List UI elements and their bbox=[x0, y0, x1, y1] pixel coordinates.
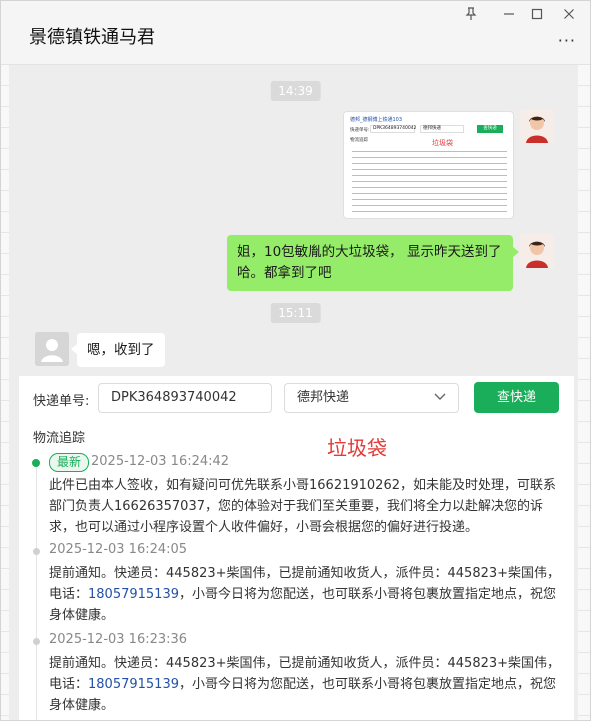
phone-link[interactable]: 18057915139 bbox=[88, 587, 179, 602]
chat-window: 景德镇铁通马君 ··· 14:39 德邦_德钢博上铁通103 快递单号: DPK… bbox=[0, 0, 591, 721]
latest-badge: 最新 bbox=[49, 453, 90, 472]
thumbnail-tracking-label: 快递单号: bbox=[350, 128, 370, 133]
timeline-dot-latest bbox=[32, 459, 40, 467]
contact-avatar[interactable] bbox=[35, 332, 69, 366]
thumbnail-title: 德邦_德钢博上铁通103 bbox=[350, 117, 403, 123]
phone-link[interactable]: 18057915139 bbox=[88, 677, 179, 692]
my-avatar[interactable] bbox=[520, 109, 554, 143]
more-options-icon[interactable]: ··· bbox=[558, 31, 576, 50]
courier-select-value: 德邦快递 bbox=[297, 390, 350, 405]
entry-time: 2025-12-03 16:24:42 bbox=[91, 454, 230, 469]
tracking-screenshot-panel: 快递单号: DPK364893740042 德邦快递 查快递 物流追踪 垃圾袋 … bbox=[19, 376, 574, 720]
contact-message-bubble[interactable]: 嗯，收到了 bbox=[71, 333, 165, 367]
tracking-number-label: 快递单号: bbox=[33, 394, 90, 409]
logistics-section-title: 物流追踪 bbox=[33, 431, 86, 446]
title-bar: 景德镇铁通马君 ··· bbox=[1, 1, 590, 65]
thumbnail-courier: 德邦快递 bbox=[420, 125, 464, 133]
entry-text: 此件已由本人签收，如有疑问可优先联系小哥16621910262，如未能及时处理，… bbox=[49, 478, 556, 535]
background-sheet-grid-left bbox=[1, 65, 9, 720]
tracking-number-field[interactable]: DPK364893740042 bbox=[98, 383, 272, 413]
query-button[interactable]: 查快递 bbox=[474, 382, 559, 413]
entry-text: 提前通知。快递员：445823+柴国伟，已提前通知收货人，派件员：445823+… bbox=[49, 653, 561, 716]
minimize-icon[interactable] bbox=[498, 7, 520, 27]
background-sheet-grid bbox=[578, 65, 590, 720]
thumbnail-stamp: 垃圾袋 bbox=[432, 139, 453, 147]
my-message-bubble[interactable]: 姐，10包敏胤的大垃圾袋， 显示昨天送到了哈。都拿到了吧 bbox=[227, 235, 519, 291]
annotation-stamp: 垃圾袋 bbox=[327, 436, 387, 460]
thumbnail-tracking-no: DPK364893740042 bbox=[370, 125, 417, 133]
entry-time: 2025-12-03 16:23:36 bbox=[49, 632, 188, 647]
time-stamp: 15:11 bbox=[270, 303, 321, 323]
thumbnail-section: 物流追踪 bbox=[350, 138, 368, 143]
time-stamp: 14:39 bbox=[270, 81, 321, 101]
pin-icon[interactable] bbox=[460, 7, 482, 27]
thumbnail-button: 查快递 bbox=[477, 125, 503, 133]
close-icon[interactable] bbox=[558, 7, 580, 27]
timeline-line bbox=[36, 460, 37, 720]
thumbnail-text-lines bbox=[352, 148, 507, 214]
entry-time: 2025-12-03 16:24:05 bbox=[49, 542, 188, 557]
entry-text: 提前通知。快递员：445823+柴国伟，已提前通知收货人，派件员：445823+… bbox=[49, 563, 561, 626]
screenshot-message-thumbnail[interactable]: 德邦_德钢博上铁通103 快递单号: DPK364893740042 德邦快递 … bbox=[343, 111, 514, 219]
my-avatar[interactable] bbox=[520, 234, 554, 268]
my-message-text: 姐，10包敏胤的大垃圾袋， 显示昨天送到了哈。都拿到了吧 bbox=[237, 244, 502, 281]
maximize-icon[interactable] bbox=[526, 7, 548, 27]
chat-title: 景德镇铁通马君 bbox=[29, 27, 155, 48]
contact-message-text: 嗯，收到了 bbox=[87, 342, 155, 358]
timeline-dot bbox=[33, 638, 40, 645]
timeline-dot bbox=[33, 548, 40, 555]
chevron-down-icon bbox=[434, 393, 446, 400]
courier-select[interactable]: 德邦快递 bbox=[284, 383, 459, 413]
